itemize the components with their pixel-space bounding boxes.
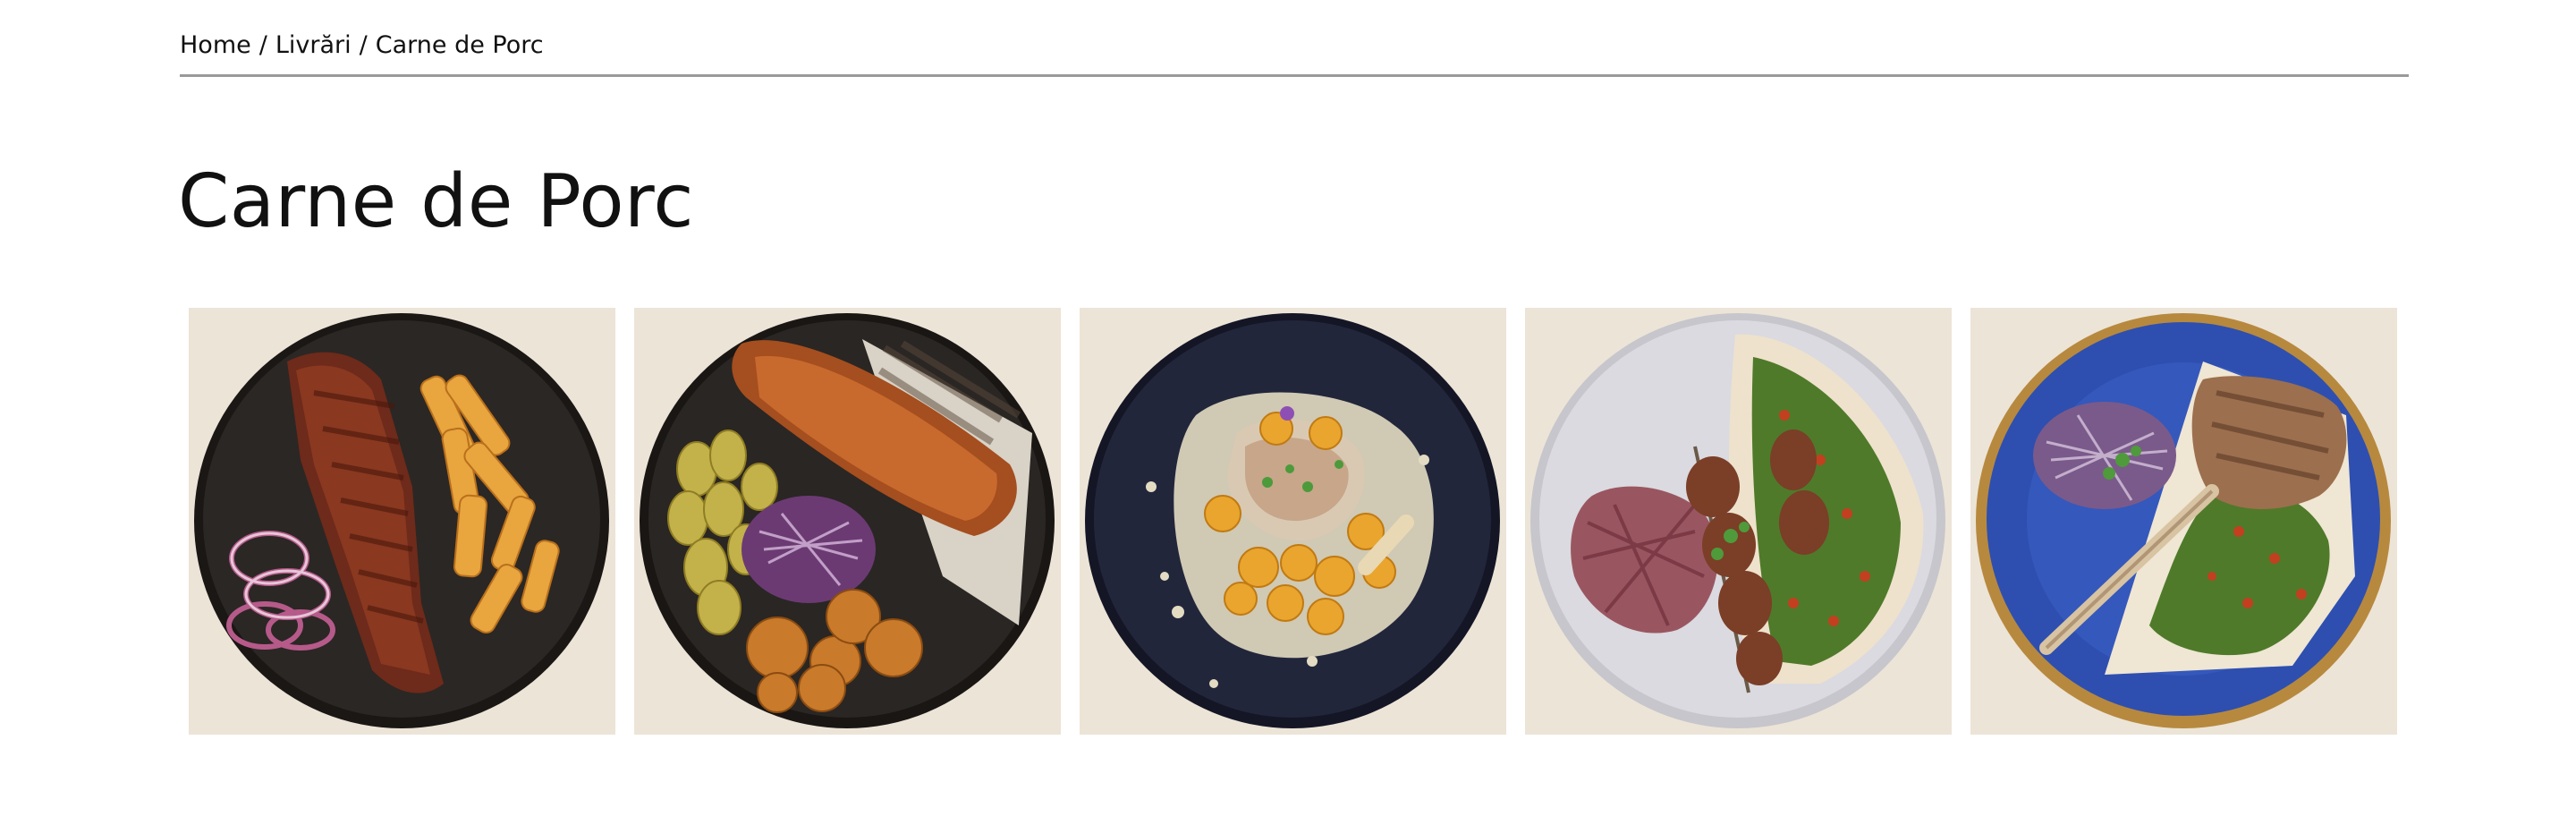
dish-image-pork-belly bbox=[634, 308, 1061, 735]
page-title: Carne de Porc bbox=[178, 159, 695, 244]
dish-image-skewers bbox=[1525, 308, 1952, 735]
breadcrumb-current: Carne de Porc bbox=[375, 31, 544, 59]
breadcrumb: Home / Livrări / Carne de Porc bbox=[180, 30, 544, 61]
breadcrumb-livrari-link[interactable]: Livrări bbox=[275, 31, 352, 59]
product-card-ribs-fries[interactable] bbox=[189, 308, 615, 735]
product-card-skewers[interactable] bbox=[1525, 308, 1952, 735]
breadcrumb-divider bbox=[180, 74, 2409, 77]
dish-image-tomahawk bbox=[1970, 308, 2397, 735]
breadcrumb-separator: / bbox=[359, 31, 368, 59]
breadcrumb-home-link[interactable]: Home bbox=[180, 31, 251, 59]
product-card-gnocchi[interactable] bbox=[1080, 308, 1506, 735]
product-card-pork-belly[interactable] bbox=[634, 308, 1061, 735]
product-gallery bbox=[189, 308, 2398, 735]
dish-image-ribs-fries bbox=[189, 308, 615, 735]
dish-image-gnocchi bbox=[1080, 308, 1506, 735]
product-card-tomahawk[interactable] bbox=[1970, 308, 2397, 735]
breadcrumb-separator: / bbox=[258, 31, 267, 59]
